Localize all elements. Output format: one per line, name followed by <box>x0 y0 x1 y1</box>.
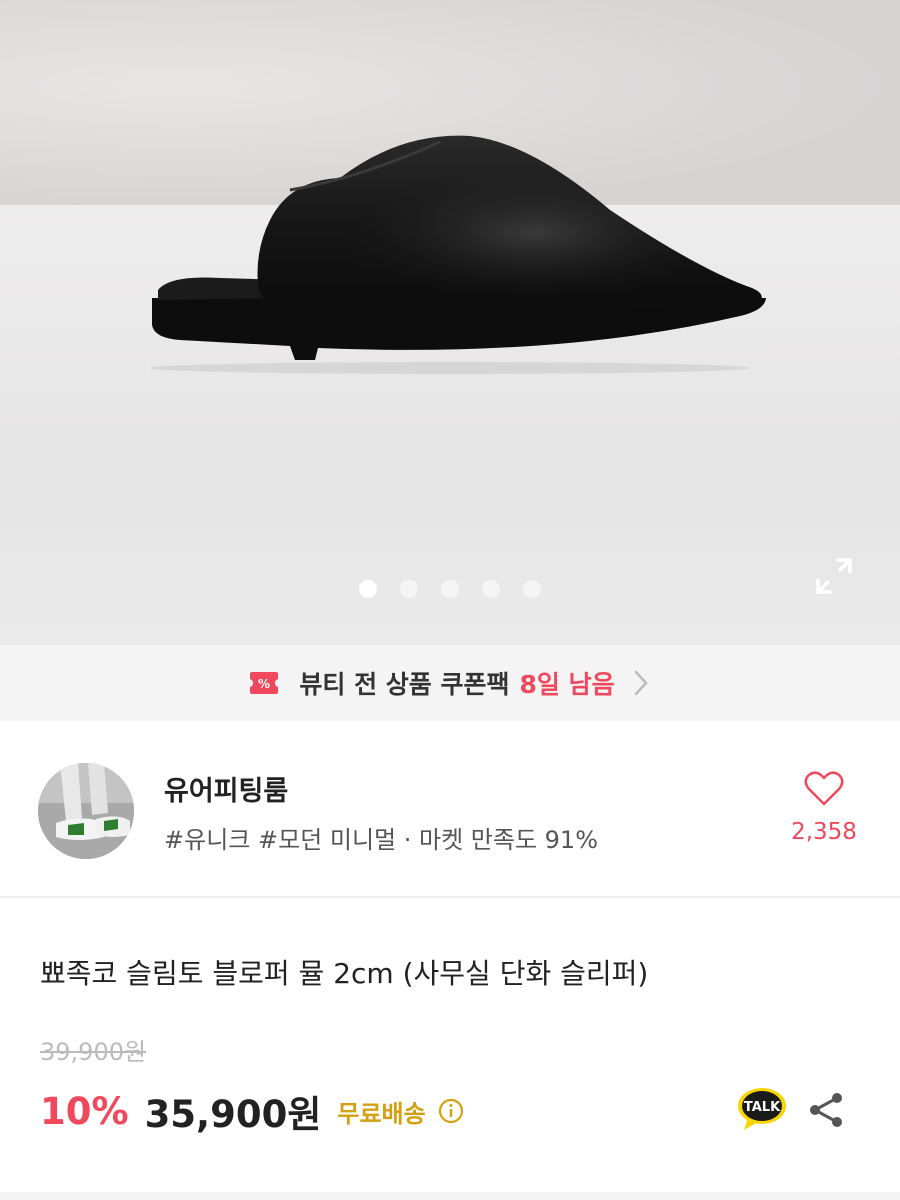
discount-rate: 10% <box>40 1089 129 1133</box>
like-count: 2,358 <box>791 819 857 845</box>
shoe-illustration <box>150 135 766 374</box>
kakao-talk-label: TALK <box>744 1100 781 1115</box>
gallery-pagination <box>0 580 900 598</box>
expand-icon[interactable] <box>814 556 854 596</box>
gallery-dot-active[interactable] <box>359 580 377 598</box>
original-price: 39,900원 <box>40 1038 147 1066</box>
shop-tags: #유니크 #모던 미니멀 · 마켓 만족도 91% <box>164 826 599 854</box>
shop-avatar-image <box>38 763 134 859</box>
price-row: 10% 35,900원 무료배송 <box>40 1084 464 1138</box>
like-button[interactable]: 2,358 <box>784 771 864 845</box>
product-image[interactable] <box>0 0 900 645</box>
coupon-banner-text: 뷰티 전 상품 쿠폰팩 <box>299 670 510 699</box>
info-icon[interactable] <box>438 1098 464 1124</box>
gallery-dot[interactable] <box>400 580 418 598</box>
shop-info[interactable]: 유어피팅룸 #유니크 #모던 미니멀 · 마켓 만족도 91% 2,358 <box>0 721 900 896</box>
gallery-dot[interactable] <box>441 580 459 598</box>
coupon-days-left: 8일 남음 <box>519 670 615 699</box>
gallery-dot[interactable] <box>523 580 541 598</box>
sale-price: 35,900원 <box>144 1093 322 1136</box>
share-icon[interactable] <box>806 1090 846 1130</box>
section-divider <box>0 896 900 898</box>
shop-name[interactable]: 유어피팅룸 <box>164 769 288 808</box>
heart-icon <box>804 771 844 806</box>
kakao-talk-icon[interactable]: TALK <box>736 1086 788 1132</box>
gallery-dot[interactable] <box>482 580 500 598</box>
coupon-icon: % <box>250 672 279 694</box>
free-shipping-label: 무료배송 <box>337 1099 426 1128</box>
shop-avatar[interactable] <box>38 763 134 859</box>
chevron-right-icon <box>634 670 648 696</box>
svg-text:%: % <box>258 677 270 691</box>
section-bottom-divider <box>0 1192 900 1200</box>
coupon-banner[interactable]: % 뷰티 전 상품 쿠폰팩 8일 남음 <box>0 645 900 721</box>
product-title: 뾰족코 슬림토 블로퍼 뮬 2cm (사무실 단화 슬리퍼) <box>40 957 649 990</box>
